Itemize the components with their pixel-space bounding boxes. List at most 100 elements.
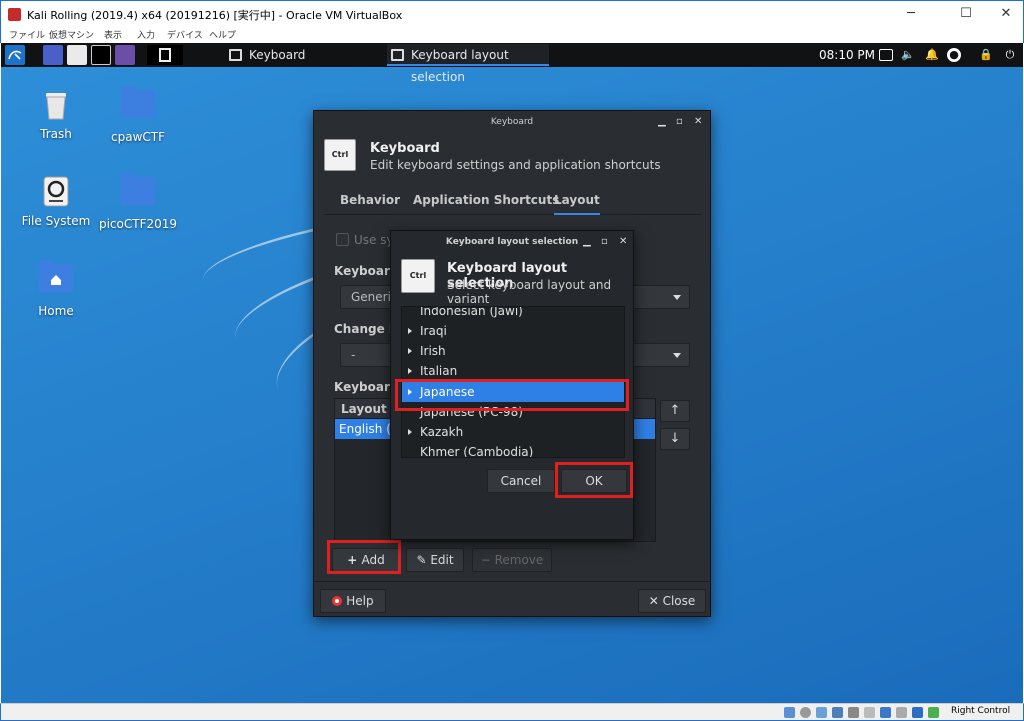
virtualbox-icon — [8, 8, 21, 21]
task-label: Keyboard layout selection — [411, 48, 509, 84]
power-icon[interactable]: ⏻ — [1003, 48, 1017, 62]
expander-arrow-icon[interactable] — [408, 328, 412, 334]
close-button[interactable]: ✕ — [619, 231, 627, 253]
desktop-icon-home[interactable]: Home — [16, 260, 96, 318]
desktop-icon-trash[interactable]: Trash — [16, 87, 96, 141]
layout-tree-row-label: Iraqi — [420, 324, 447, 338]
use-system-defaults-checkbox[interactable] — [336, 233, 349, 246]
drive-icon — [39, 174, 73, 208]
minimize-button[interactable]: ▁ — [583, 231, 591, 253]
folder-icon — [121, 173, 155, 211]
host-menubar: ファイル 仮想マシン 表示 入力 デバイス ヘルプ — [0, 27, 1024, 43]
edit-button-label: Edit — [430, 553, 454, 567]
minus-icon: − — [480, 553, 495, 567]
taskbar-item-layout-selection[interactable]: Keyboard layout selection — [387, 44, 549, 84]
window-icon[interactable] — [879, 49, 893, 61]
network-adapter-icon[interactable] — [832, 707, 843, 718]
desktop-icon-label: cpawCTF — [111, 130, 165, 144]
lock-icon[interactable]: 🔒 — [979, 48, 993, 62]
volume-icon[interactable]: 🔈 — [901, 48, 915, 62]
layout-tree-row-label: Indonesian (Jawi) — [420, 306, 523, 318]
help-button[interactable]: Help — [320, 589, 386, 613]
minimize-button[interactable]: ▁ — [658, 111, 666, 133]
minimize-button[interactable]: ─ — [891, 3, 931, 25]
maximize-button[interactable]: ▫ — [601, 231, 608, 253]
layout-tree-row[interactable]: Irish — [402, 341, 624, 361]
menu-devices[interactable]: デバイス — [167, 28, 203, 41]
desktop-icon-label: File System — [21, 214, 91, 228]
host-statusbar: Right Control — [0, 703, 1024, 721]
tab-behavior[interactable]: Behavior — [340, 193, 400, 207]
help-button-label: Help — [346, 594, 374, 608]
app-switcher-icon[interactable] — [147, 45, 183, 65]
expander-arrow-icon[interactable] — [408, 348, 412, 354]
menu-file[interactable]: ファイル — [9, 28, 45, 41]
layout-selection-titlebar[interactable]: Keyboard layout selection ▁ ▫ ✕ — [391, 231, 633, 253]
maximize-button[interactable]: ▫ — [676, 111, 683, 133]
clock[interactable]: 08:10 PM — [819, 43, 875, 67]
layout-selection-window-title: Keyboard layout selection — [445, 237, 579, 247]
desktop-icon-label: Trash — [40, 127, 72, 141]
cpu-icon[interactable] — [912, 707, 923, 718]
file-manager-icon[interactable] — [67, 45, 87, 65]
optical-drive-icon[interactable] — [800, 707, 811, 718]
pencil-icon: ✎ — [416, 553, 431, 567]
usb-icon[interactable] — [848, 707, 859, 718]
host-window-title: Kali Rolling (2019.4) x64 (20191216) [実行… — [27, 9, 403, 22]
audio-icon[interactable] — [816, 707, 827, 718]
expander-arrow-icon[interactable] — [408, 429, 412, 435]
menu-input[interactable]: 入力 — [137, 28, 155, 41]
move-down-button[interactable]: ↓ — [660, 428, 690, 450]
desktop-icon-label: Home — [38, 304, 74, 318]
close-button[interactable]: ✕ — [694, 111, 702, 133]
layout-tree-row[interactable]: Khmer (Cambodia) — [402, 442, 624, 457]
shared-folder-icon[interactable] — [864, 707, 875, 718]
keyboard-dialog-titlebar[interactable]: Keyboard ▁ ▫ ✕ — [314, 111, 710, 133]
terminal-icon[interactable] — [91, 45, 111, 65]
chevron-down-icon — [673, 295, 681, 300]
ctrl-key-icon: Ctrl — [401, 259, 435, 293]
taskbar-item-keyboard[interactable]: Keyboard — [225, 44, 385, 66]
edit-button[interactable]: ✎ Edit — [406, 548, 464, 572]
maximize-button[interactable]: ☐ — [946, 3, 986, 25]
add-button-highlight — [327, 540, 401, 574]
network-icon[interactable]: ● — [947, 48, 961, 62]
ok-button-highlight — [555, 462, 633, 498]
cancel-button[interactable]: Cancel — [487, 469, 555, 493]
layout-tree-row-label: Italian — [420, 364, 458, 378]
browser-icon[interactable] — [115, 45, 135, 65]
layout-tree-row[interactable]: Indonesian (Jawi) — [402, 306, 624, 321]
expander-arrow-icon[interactable] — [408, 368, 412, 374]
close-button[interactable]: ✕ — [986, 3, 1024, 25]
chevron-down-icon — [673, 353, 681, 358]
remove-button[interactable]: − Remove — [472, 548, 552, 572]
desktop-icon-label: picoCTF2019 — [98, 217, 178, 231]
recording-icon[interactable] — [896, 707, 907, 718]
layout-tree-row-label: Kazakh — [420, 425, 464, 439]
move-up-button[interactable]: ↑ — [660, 400, 690, 422]
layout-tree-row[interactable]: Iraqi — [402, 321, 624, 341]
desktop-icon-file-system[interactable]: File System — [16, 174, 96, 228]
layout-tree-row[interactable]: Italian — [402, 361, 624, 381]
notifications-icon[interactable]: 🔔 — [925, 48, 939, 62]
tab-application-shortcuts[interactable]: Application Shortcuts — [413, 193, 559, 207]
home-folder-icon — [39, 260, 73, 298]
desktop-icon-picoctf2019[interactable]: picoCTF2019 — [98, 173, 178, 231]
menu-help[interactable]: ヘルプ — [209, 28, 236, 41]
hard-disk-icon[interactable] — [784, 707, 795, 718]
kali-menu-icon[interactable] — [5, 45, 25, 65]
menu-view[interactable]: 表示 — [104, 28, 122, 41]
mouse-integration-icon[interactable] — [928, 707, 939, 718]
folder-icon — [121, 86, 155, 124]
display-icon[interactable] — [880, 707, 891, 718]
workspace-icon[interactable] — [43, 45, 63, 65]
arrow-down-icon: ↓ — [669, 431, 681, 446]
desktop-icon-cpawctf[interactable]: cpawCTF — [98, 86, 178, 144]
keyboard-tabs: Behavior Application Shortcuts Layout — [324, 185, 702, 215]
close-dialog-button[interactable]: ✕ Close — [638, 589, 706, 613]
tab-layout[interactable]: Layout — [554, 193, 600, 215]
menu-machine[interactable]: 仮想マシン — [49, 28, 94, 41]
footer-divider — [314, 581, 710, 582]
layout-tree-row[interactable]: Kazakh — [402, 422, 624, 442]
window-icon — [391, 49, 404, 61]
